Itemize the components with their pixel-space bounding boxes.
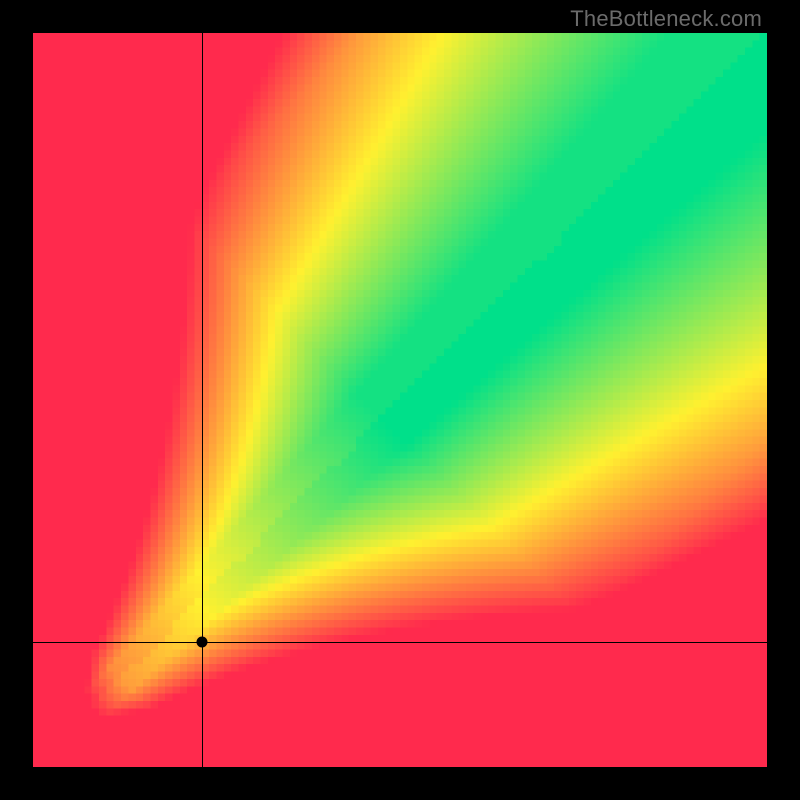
figure-frame: TheBottleneck.com [0,0,800,800]
crosshair-horizontal [33,642,767,643]
selection-marker [196,637,207,648]
watermark-text: TheBottleneck.com [570,6,762,32]
crosshair-vertical [202,33,203,767]
bottleneck-heatmap [33,33,767,767]
